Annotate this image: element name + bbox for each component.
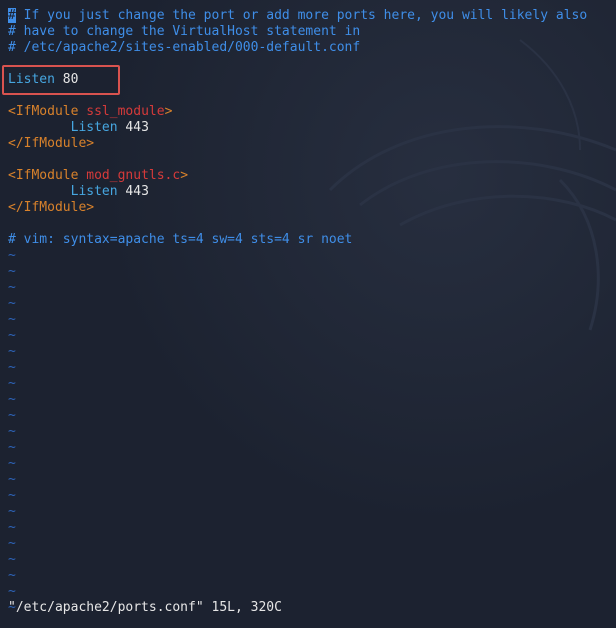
text-cursor: # xyxy=(8,8,16,23)
gnutls-module-open[interactable]: <IfModule mod_gnutls.c> xyxy=(8,168,188,184)
gnutls-module-name: mod_gnutls.c xyxy=(86,168,181,183)
tilde-line: ~ xyxy=(8,456,16,471)
tilde-line: ~ xyxy=(8,296,16,311)
tilde-line: ~ xyxy=(8,264,16,279)
tilde-line: ~ xyxy=(8,504,16,519)
tilde-line: ~ xyxy=(8,248,16,263)
tilde-line: ~ xyxy=(8,488,16,503)
tilde-line: ~ xyxy=(8,408,16,423)
tilde-line: ~ xyxy=(8,536,16,551)
comment-line-2[interactable]: # have to change the VirtualHost stateme… xyxy=(8,24,360,40)
vim-modeline[interactable]: # vim: syntax=apache ts=4 sw=4 sts=4 sr … xyxy=(8,232,352,248)
tilde-line: ~ xyxy=(8,360,16,375)
tilde-line: ~ xyxy=(8,568,16,583)
tilde-line: ~ xyxy=(8,280,16,295)
ssl-listen-line[interactable]: Listen 443 xyxy=(8,120,149,136)
comment-line-1[interactable]: # If you just change the port or add mor… xyxy=(8,8,587,24)
tilde-line: ~ xyxy=(8,376,16,391)
gnutls-listen-line[interactable]: Listen 443 xyxy=(8,184,149,200)
tilde-line: ~ xyxy=(8,552,16,567)
ssl-module-open[interactable]: <IfModule ssl_module> xyxy=(8,104,172,120)
tilde-line: ~ xyxy=(8,344,16,359)
ssl-module-close[interactable]: </IfModule> xyxy=(8,136,94,152)
tilde-line: ~ xyxy=(8,440,16,455)
terminal-window[interactable]: # If you just change the port or add mor… xyxy=(0,0,616,628)
tilde-line: ~ xyxy=(8,424,16,439)
tilde-line: ~ xyxy=(8,584,16,599)
tilde-line: ~ xyxy=(8,520,16,535)
status-bar: "/etc/apache2/ports.conf" 15L, 320C xyxy=(8,600,282,615)
ssl-module-name: ssl_module xyxy=(86,104,165,119)
listen-highlight-box xyxy=(2,65,120,95)
tilde-line: ~ xyxy=(8,328,16,343)
comment-line-3[interactable]: # /etc/apache2/sites-enabled/000-default… xyxy=(8,40,360,56)
tilde-line: ~ xyxy=(8,392,16,407)
gnutls-module-close[interactable]: </IfModule> xyxy=(8,200,94,216)
tilde-line: ~ xyxy=(8,312,16,327)
tilde-line: ~ xyxy=(8,472,16,487)
